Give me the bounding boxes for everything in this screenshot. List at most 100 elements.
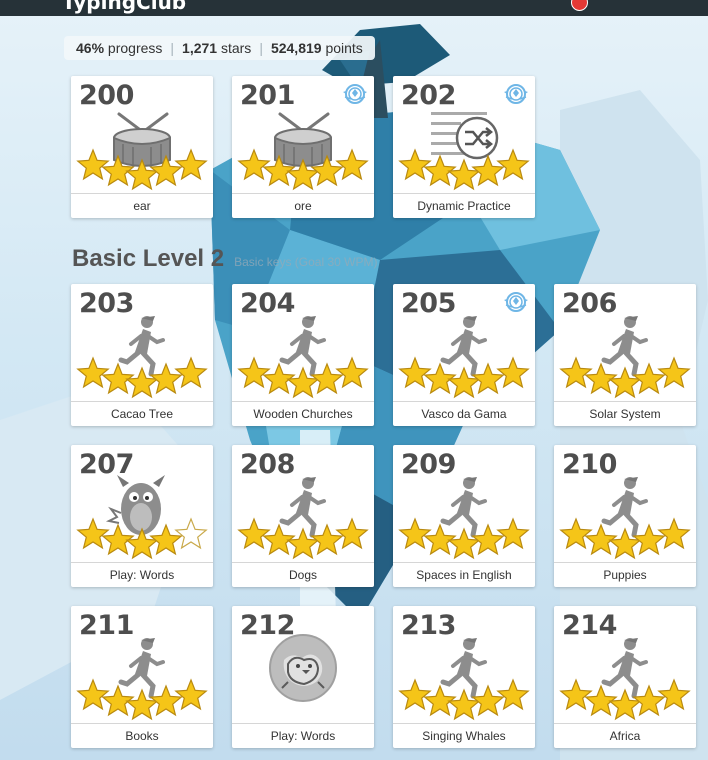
star-rating [76,148,208,191]
lesson-card[interactable]: 202 Dynamic Practice [393,76,535,218]
separator: | [170,40,175,56]
lesson-card[interactable]: 204 Wooden Churches [232,284,374,426]
star-filled-icon [608,688,642,721]
star-filled-icon [471,154,505,187]
star-filled-icon [496,148,530,181]
star-filled-icon [286,158,320,191]
star-filled-icon [471,362,505,395]
lesson-card[interactable]: 210 Puppies [554,445,696,587]
section-subtitle: Basic keys (Goal 30 WPM) [234,255,378,269]
lesson-card[interactable]: 200 ear [71,76,213,218]
star-filled-icon [125,158,159,191]
lesson-card[interactable]: 213 Singing Whales [393,606,535,748]
lesson-card[interactable]: 212 Play: Words [232,606,374,748]
star-empty-icon [174,517,208,550]
section-title: Basic Level 2 [72,245,225,272]
lesson-card[interactable]: 214 Africa [554,606,696,748]
lesson-title: Puppies [554,562,696,587]
lesson-card[interactable]: 206 Solar System [554,284,696,426]
star-filled-icon [237,517,271,550]
star-rating [237,148,369,191]
achievement-badge-icon [504,292,528,312]
points-label: points [325,40,363,56]
star-filled-icon [174,356,208,389]
progress-label: progress [107,40,163,56]
lesson-title: ore [232,193,374,218]
lesson-title: Cacao Tree [71,401,213,426]
lesson-title: Play: Words [232,723,374,748]
star-filled-icon [447,688,481,721]
star-filled-icon [76,356,110,389]
star-rating [398,678,530,721]
star-filled-icon [632,523,666,556]
lesson-title: Play: Words [71,562,213,587]
language-flag-icon[interactable] [571,0,588,11]
star-filled-icon [76,678,110,711]
lesson-title: Singing Whales [393,723,535,748]
star-filled-icon [398,148,432,181]
lesson-title: Africa [554,723,696,748]
lesson-card[interactable]: 201 ore [232,76,374,218]
top-navigation-bar: TypingClub [0,0,708,16]
star-filled-icon [496,517,530,550]
star-filled-icon [310,523,344,556]
star-filled-icon [608,366,642,399]
star-filled-icon [632,362,666,395]
star-filled-icon [335,148,369,181]
star-filled-icon [76,148,110,181]
star-rating [76,678,208,721]
star-filled-icon [335,356,369,389]
star-filled-icon [125,366,159,399]
points-value: 524,819 [270,40,322,56]
stars-value: 1,271 [182,40,218,56]
brand-logo[interactable]: TypingClub [62,0,186,14]
star-filled-icon [608,527,642,560]
lesson-card[interactable]: 209 Spaces in English [393,445,535,587]
lesson-title: Dogs [232,562,374,587]
star-filled-icon [286,527,320,560]
section-heading: Basic Level 2 Basic keys (Goal 30 WPM) [72,245,377,273]
lesson-title: Spaces in English [393,562,535,587]
star-rating [559,356,691,399]
star-filled-icon [471,684,505,717]
star-filled-icon [657,356,691,389]
star-filled-icon [310,362,344,395]
star-rating [398,517,530,560]
star-filled-icon [657,517,691,550]
star-rating [559,678,691,721]
star-filled-icon [657,678,691,711]
star-filled-icon [398,356,432,389]
lesson-card[interactable]: 211 Books [71,606,213,748]
star-filled-icon [149,684,183,717]
star-filled-icon [496,356,530,389]
lesson-title: Vasco da Gama [393,401,535,426]
lesson-card[interactable]: 203 Cacao Tree [71,284,213,426]
star-filled-icon [632,684,666,717]
star-filled-icon [447,527,481,560]
star-filled-icon [471,523,505,556]
lesson-card[interactable]: 207 Play: Words [71,445,213,587]
star-filled-icon [496,678,530,711]
star-filled-icon [398,678,432,711]
star-rating [76,517,208,560]
separator: | [259,40,263,56]
star-filled-icon [559,678,593,711]
star-filled-icon [125,527,159,560]
star-filled-icon [174,148,208,181]
star-filled-icon [335,517,369,550]
star-rating [237,356,369,399]
lesson-card[interactable]: 208 Dogs [232,445,374,587]
star-filled-icon [447,158,481,191]
star-filled-icon [447,366,481,399]
star-filled-icon [559,356,593,389]
star-filled-icon [174,678,208,711]
chick-icon [269,634,337,702]
lesson-title: Solar System [554,401,696,426]
lesson-title: Books [71,723,213,748]
lesson-card[interactable]: 205 Vasco da Gama [393,284,535,426]
stars-label: stars [220,40,252,56]
star-rating [398,356,530,399]
star-filled-icon [398,517,432,550]
star-rating [559,517,691,560]
star-rating [237,517,369,560]
